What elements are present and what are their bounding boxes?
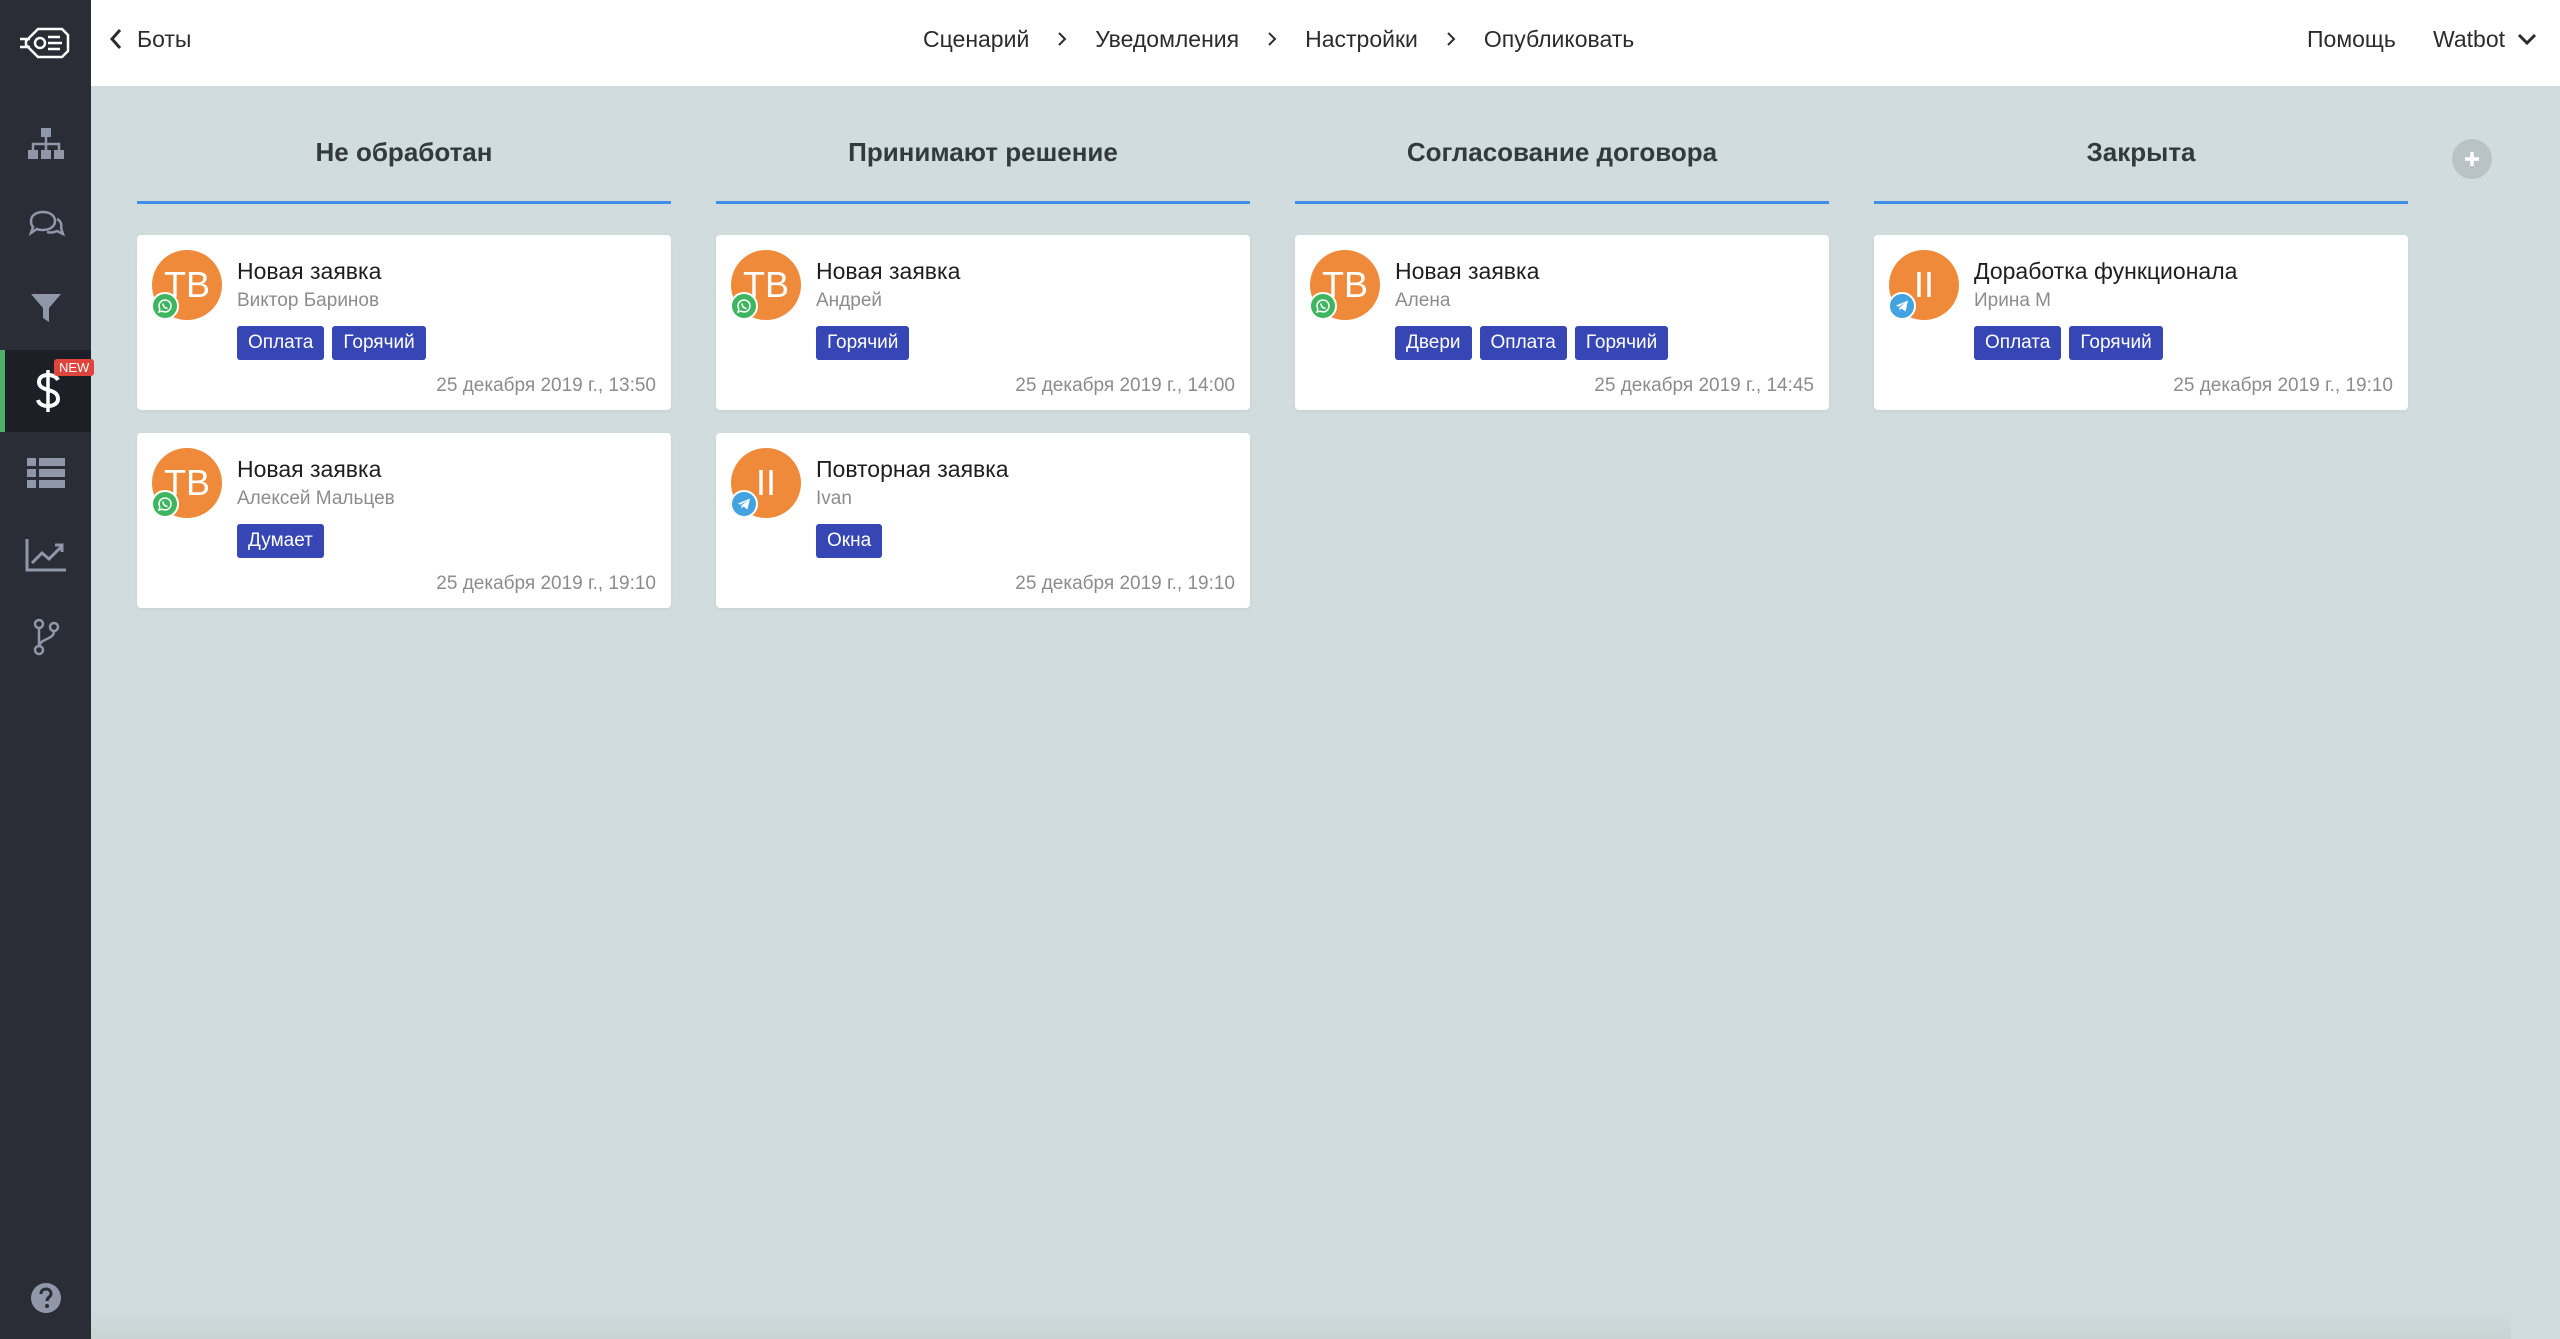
card-title: Доработка функционала: [1974, 258, 2238, 284]
tag-badge: Окна: [816, 524, 883, 558]
sidebar: NEW: [0, 0, 95, 1339]
sidebar-item-structure[interactable]: [0, 103, 91, 185]
tag-badge: Горячий: [1574, 326, 1669, 360]
card-tags: Окна: [816, 524, 883, 558]
step-publish[interactable]: Опубликовать: [1484, 26, 1634, 53]
back-button[interactable]: Боты: [109, 0, 191, 78]
card-timestamp: 25 декабря 2019 г., 13:50: [436, 375, 656, 396]
kanban-column: Не обработан: [137, 86, 671, 204]
deal-card[interactable]: II Доработка функционала Ирина М Оплата Горя…: [1874, 235, 2408, 410]
tag-badge: Оплата: [237, 326, 325, 360]
card-timestamp: 25 декабря 2019 г., 19:10: [2173, 375, 2393, 396]
card-timestamp: 25 декабря 2019 г., 14:45: [1594, 375, 1814, 396]
card-tags: Двери Оплата Горячий: [1395, 326, 1669, 360]
new-badge: NEW: [54, 359, 95, 376]
column-title[interactable]: Принимают решение: [716, 86, 1250, 204]
list-icon: [26, 458, 65, 488]
card-contact: Виктор Баринов: [237, 290, 380, 311]
kanban-column: Закрыта: [1874, 86, 2408, 204]
card-tags: Оплата Горячий: [237, 326, 426, 360]
card-contact: Андрей: [816, 290, 882, 311]
column-title[interactable]: Закрыта: [1874, 86, 2408, 204]
structure-icon: [27, 128, 64, 159]
whatsapp-icon: [730, 292, 758, 320]
card-contact: Алена: [1395, 290, 1451, 311]
kanban-column: Принимают решение: [716, 86, 1250, 204]
tag-badge: Оплата: [1974, 326, 2062, 360]
tag-badge: Оплата: [1479, 326, 1567, 360]
card-timestamp: 25 декабря 2019 г., 19:10: [1015, 573, 1235, 594]
deal-card[interactable]: ТВ Новая заявка Андрей Горячий 25 декабря 20…: [716, 235, 1250, 410]
chevron-down-icon: [2517, 33, 2537, 46]
topbar: Боты Сценарий Уведомления Настройки Опуб…: [91, 0, 2560, 86]
chevron-right-icon: [1057, 31, 1067, 47]
deal-card[interactable]: ТВ Новая заявка Алена Двери Оплата Горячий 25 …: [1295, 235, 1829, 410]
sidebar-item-chats[interactable]: [0, 185, 91, 267]
telegram-icon: [1888, 292, 1916, 320]
bottom-shadow: [91, 1310, 2511, 1339]
deal-card[interactable]: II Повторная заявка Ivan Окна 25 декабря 201…: [716, 433, 1250, 608]
tag-badge: Думает: [237, 524, 324, 558]
branch-icon: [33, 618, 59, 656]
card-title: Повторная заявка: [816, 456, 1009, 482]
sidebar-item-lists[interactable]: [0, 432, 91, 514]
chat-icon: [28, 210, 65, 237]
whatsapp-icon: [1309, 292, 1337, 320]
add-column-button[interactable]: [2452, 139, 2492, 179]
sidebar-help[interactable]: [0, 1257, 91, 1339]
back-label: Боты: [137, 25, 192, 52]
card-title: Новая заявка: [816, 258, 961, 284]
tag-badge: Горячий: [2069, 326, 2163, 360]
card-contact: Алексей Мальцев: [237, 488, 395, 509]
card-tags: Горячий: [816, 326, 910, 360]
card-title: Новая заявка: [237, 456, 382, 482]
card-timestamp: 25 декабря 2019 г., 19:10: [436, 573, 656, 594]
chevron-right-icon: [1267, 31, 1277, 47]
column-title[interactable]: Согласование договора: [1295, 86, 1829, 204]
sidebar-item-analytics[interactable]: [0, 514, 91, 596]
card-timestamp: 25 декабря 2019 г., 14:00: [1015, 375, 1235, 396]
column-title[interactable]: Не обработан: [137, 86, 671, 204]
whatsapp-icon: [151, 490, 179, 518]
card-title: Новая заявка: [1395, 258, 1540, 284]
tag-badge: Горячий: [816, 326, 910, 360]
card-tags: Думает: [237, 524, 324, 558]
chevron-right-icon: [1446, 31, 1456, 47]
filter-icon: [30, 294, 61, 322]
help-link[interactable]: Помощь: [2307, 0, 2396, 78]
sidebar-item-funnel[interactable]: [0, 267, 91, 349]
tag-badge: Горячий: [332, 326, 426, 360]
question-icon: [30, 1283, 61, 1313]
telegram-icon: [730, 490, 758, 518]
analytics-icon: [25, 539, 66, 572]
account-menu[interactable]: Watbot: [2433, 0, 2537, 78]
kanban-column: Согласование договора: [1295, 86, 1829, 204]
chevron-left-icon: [109, 29, 122, 49]
card-tags: Оплата Горячий: [1974, 326, 2163, 360]
step-notifications[interactable]: Уведомления: [1095, 26, 1239, 53]
plus-icon: [2465, 152, 2479, 166]
logo-icon: [19, 27, 69, 59]
sidebar-item-integrations[interactable]: [0, 596, 91, 678]
step-scenario[interactable]: Сценарий: [923, 26, 1029, 53]
card-title: Новая заявка: [237, 258, 382, 284]
step-settings[interactable]: Настройки: [1305, 26, 1418, 53]
logo[interactable]: [0, 0, 91, 86]
card-contact: Ivan: [816, 488, 852, 509]
deal-card[interactable]: ТВ Новая заявка Алексей Мальцев Думает 25 де…: [137, 433, 671, 608]
tag-badge: Двери: [1395, 326, 1472, 360]
account-label: Watbot: [2433, 25, 2506, 52]
deal-card[interactable]: ТВ Новая заявка Виктор Баринов Оплата Горячи…: [137, 235, 671, 410]
wizard-steps: Сценарий Уведомления Настройки Опубликов…: [923, 0, 1634, 78]
whatsapp-icon: [151, 292, 179, 320]
sidebar-item-deals[interactable]: NEW: [0, 350, 95, 432]
card-contact: Ирина М: [1974, 290, 2052, 311]
